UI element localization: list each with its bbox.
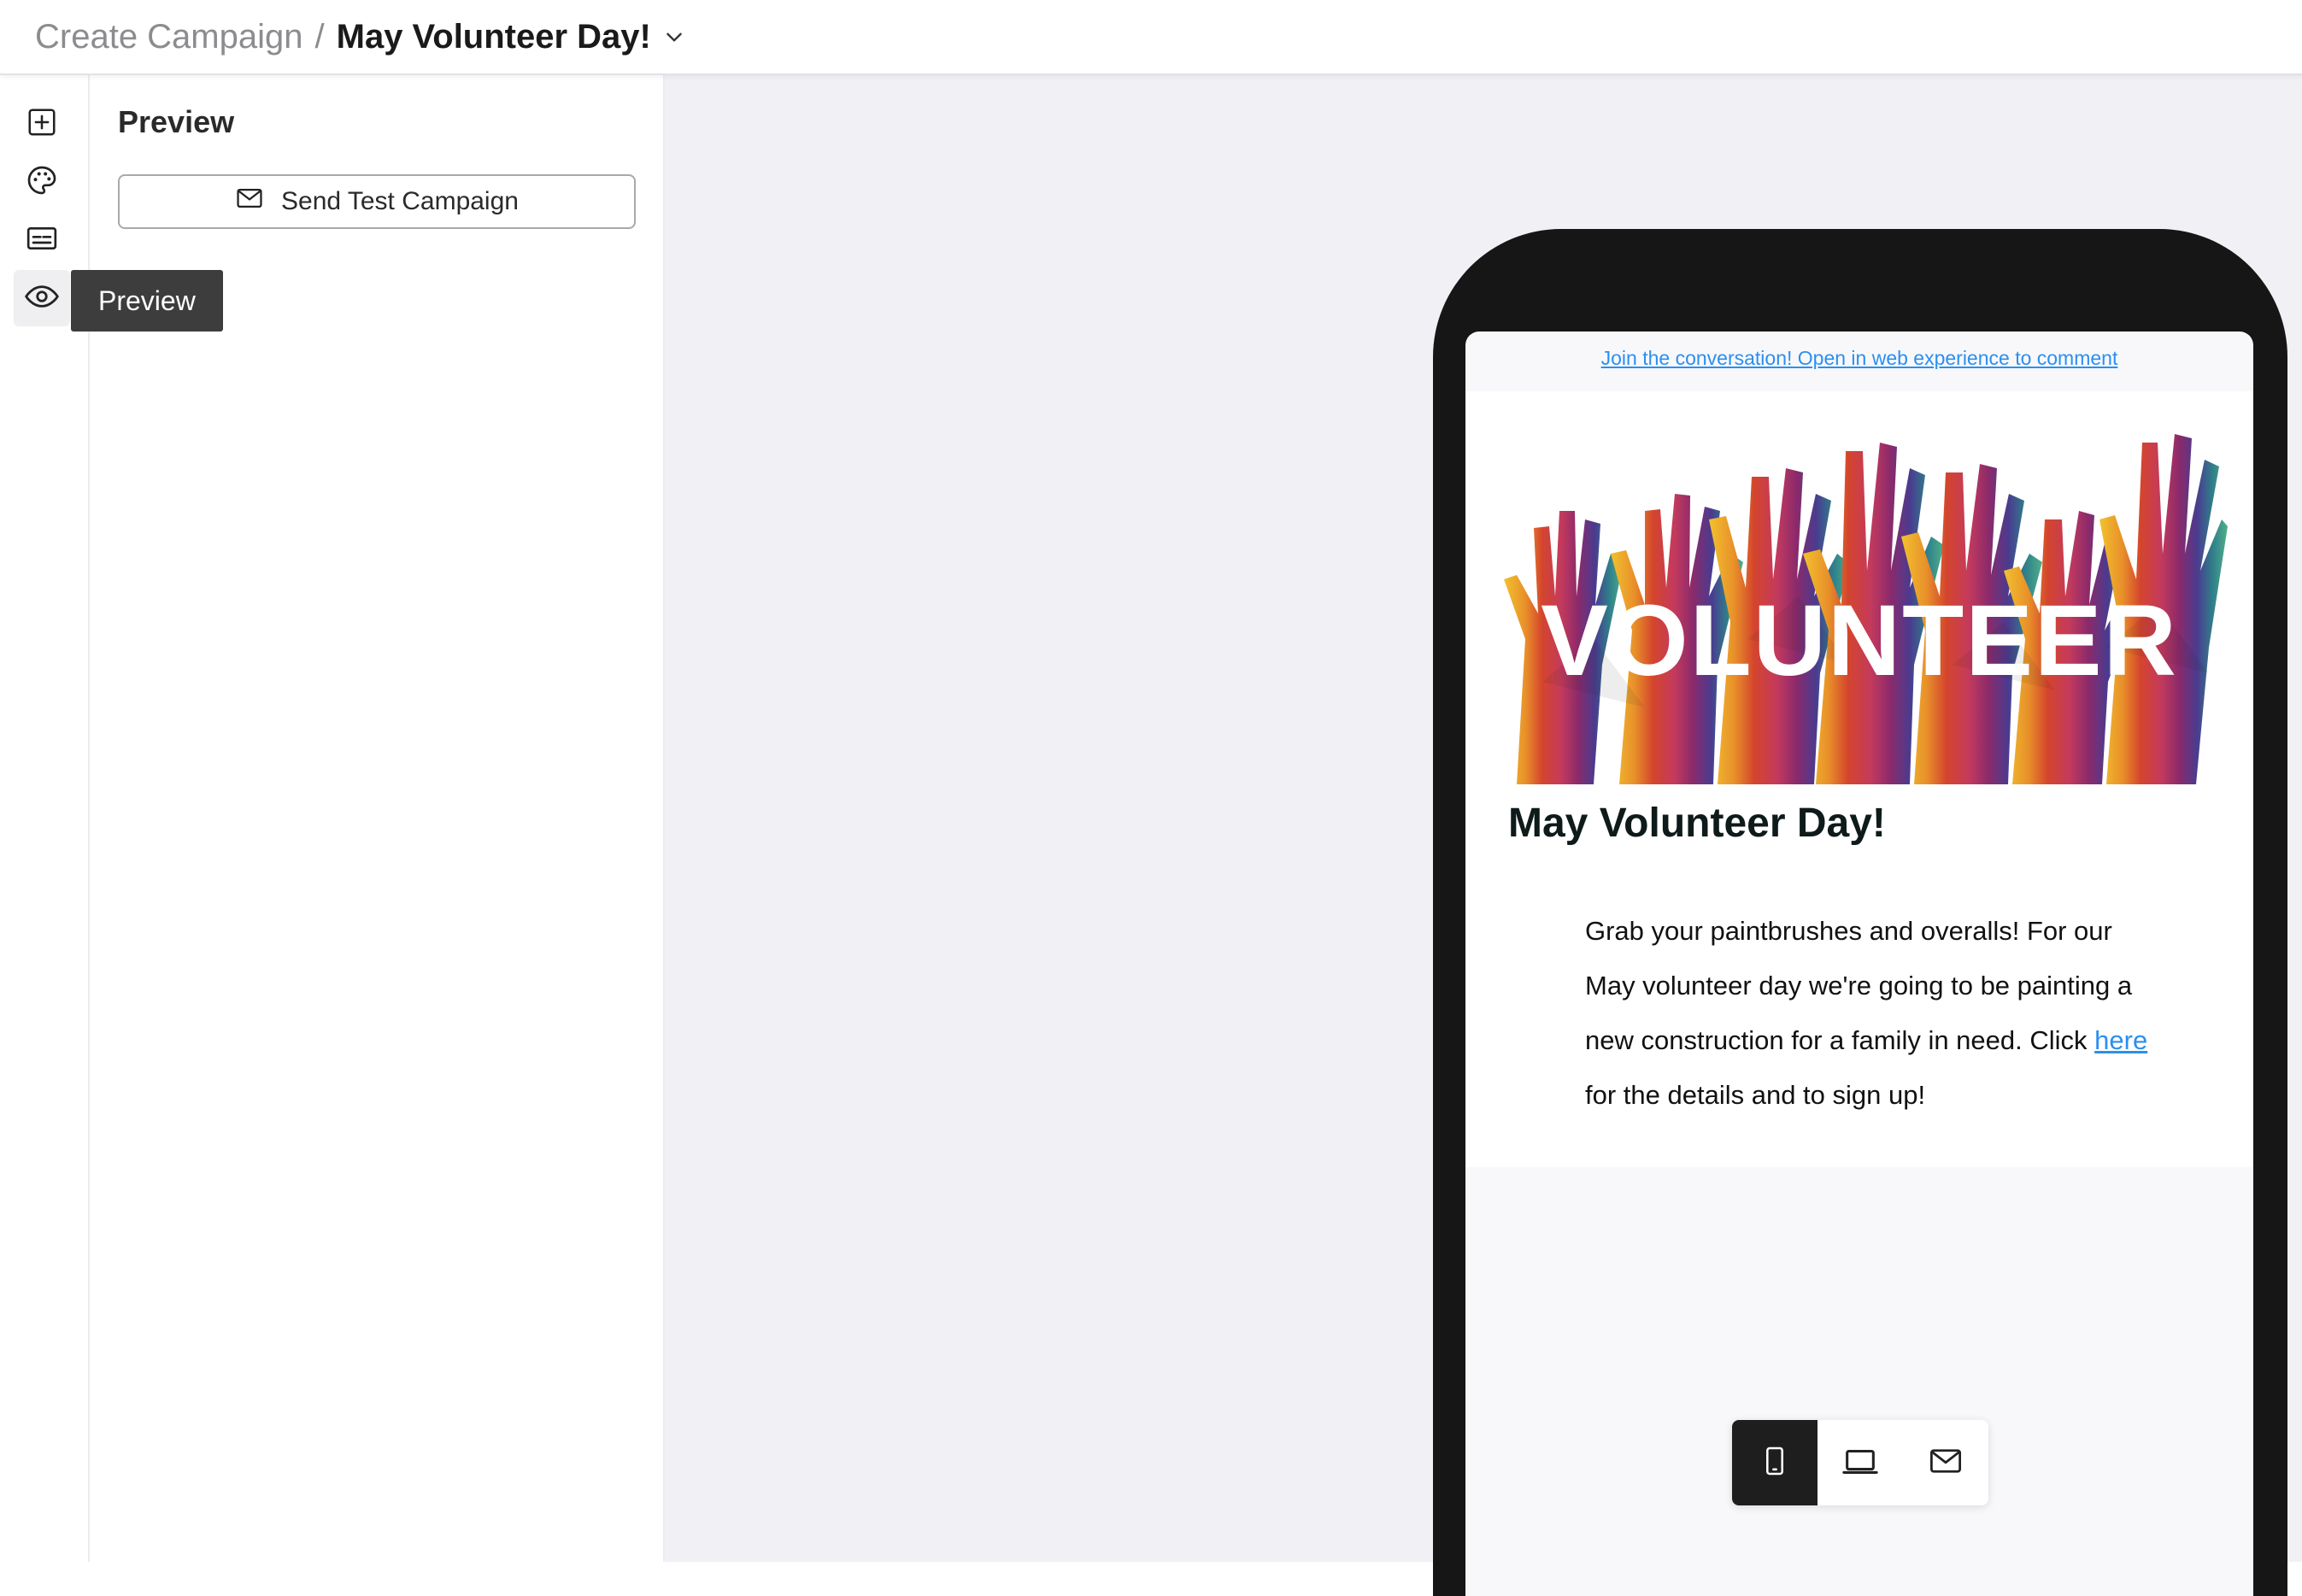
chevron-down-icon[interactable] bbox=[663, 26, 685, 48]
content-button[interactable] bbox=[14, 212, 70, 268]
add-block-button[interactable] bbox=[14, 96, 70, 152]
breadcrumb-separator: / bbox=[314, 17, 325, 56]
send-test-campaign-button[interactable]: Send Test Campaign bbox=[118, 174, 636, 229]
design-button[interactable] bbox=[14, 154, 70, 210]
campaign-title[interactable]: May Volunteer Day! bbox=[337, 18, 651, 56]
email-view-button[interactable] bbox=[1903, 1420, 1988, 1505]
panel-title: Preview bbox=[118, 104, 235, 139]
mobile-view-button[interactable] bbox=[1732, 1420, 1818, 1505]
preview-tooltip: Preview bbox=[71, 270, 223, 332]
palette-icon bbox=[25, 163, 59, 202]
desktop-view-button[interactable] bbox=[1818, 1420, 1903, 1505]
subtitles-icon bbox=[25, 221, 59, 260]
mobile-icon bbox=[1759, 1445, 1791, 1482]
details-link[interactable]: here bbox=[2094, 1025, 2147, 1055]
mail-icon bbox=[235, 184, 264, 220]
add-block-icon bbox=[26, 106, 58, 143]
web-experience-link[interactable]: Join the conversation! Open in web exper… bbox=[1465, 347, 2253, 370]
laptop-icon bbox=[1841, 1441, 1880, 1485]
preview-canvas: Join the conversation! Open in web exper… bbox=[665, 75, 2302, 1596]
preview-button[interactable] bbox=[14, 270, 70, 326]
send-test-label: Send Test Campaign bbox=[281, 187, 519, 215]
eye-icon bbox=[24, 279, 60, 319]
breadcrumb-parent[interactable]: Create Campaign bbox=[35, 18, 303, 56]
mail-icon bbox=[1928, 1443, 1964, 1483]
phone-frame: Join the conversation! Open in web exper… bbox=[1433, 229, 2287, 1596]
top-bar: Create Campaign / May Volunteer Day! bbox=[0, 0, 2302, 75]
volunteer-hero-image: VOLUNTEER bbox=[1504, 434, 2228, 784]
email-content: VOLUNTEER May Volunteer Day! Grab your p… bbox=[1465, 391, 2253, 1167]
svg-text:VOLUNTEER: VOLUNTEER bbox=[1541, 584, 2178, 697]
email-title: May Volunteer Day! bbox=[1508, 801, 1886, 846]
email-body-text: Grab your paintbrushes and overalls! For… bbox=[1585, 916, 2133, 1055]
phone-screen[interactable]: Join the conversation! Open in web exper… bbox=[1465, 332, 2253, 1596]
device-toggle bbox=[1732, 1420, 1988, 1505]
email-body: Grab your paintbrushes and overalls! For… bbox=[1585, 904, 2149, 1123]
email-body-text-end: for the details and to sign up! bbox=[1585, 1080, 1926, 1110]
